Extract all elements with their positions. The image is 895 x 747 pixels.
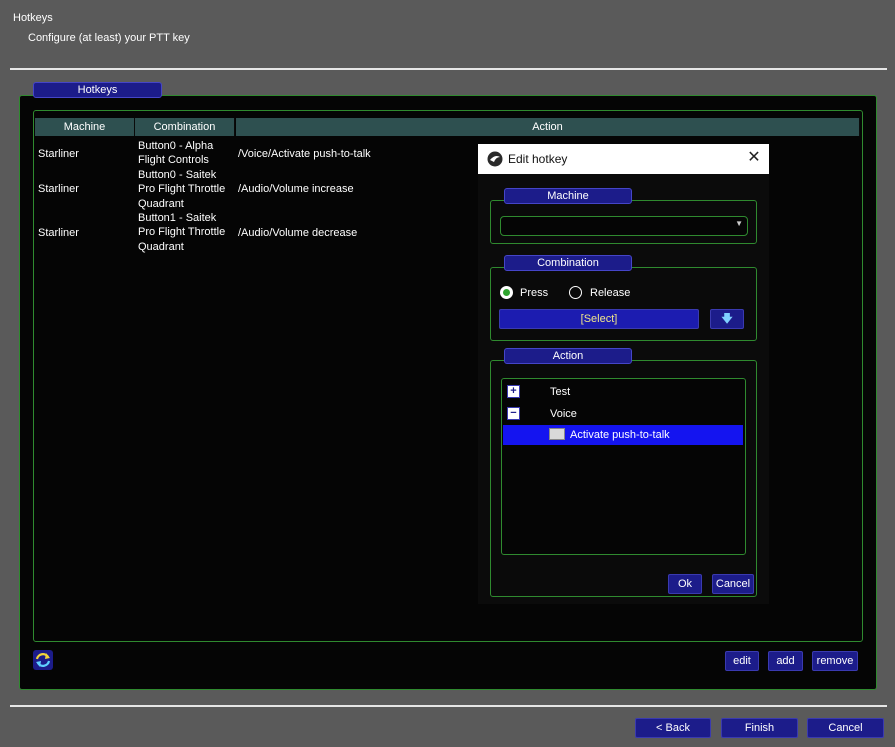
dialog-cancel-button[interactable]: Cancel	[712, 574, 754, 594]
dialog-title: Edit hotkey	[508, 152, 568, 166]
machine-select[interactable]: ▼	[500, 216, 748, 236]
wizard-subtitle: Configure (at least) your PTT key	[28, 32, 190, 44]
dialog-titlebar[interactable]: Edit hotkey ✕	[478, 144, 769, 174]
press-label: Press	[520, 287, 549, 299]
capture-button[interactable]: 🡇	[710, 309, 744, 329]
release-label: Release	[590, 287, 631, 299]
action-tree[interactable]: + Test − Voice Activate push-to-talk	[501, 378, 746, 555]
ok-button[interactable]: Ok	[668, 574, 702, 594]
tree-item-activate-ptt[interactable]: Activate push-to-talk	[503, 425, 743, 445]
cell-combination: Button0 - Saitek Pro Flight Throttle Qua…	[138, 169, 226, 210]
cell-combination: Button1 - Saitek Pro Flight Throttle Qua…	[138, 212, 226, 253]
keyboard-icon	[549, 428, 565, 440]
edit-button[interactable]: edit	[725, 651, 759, 671]
machine-legend: Machine	[504, 188, 632, 204]
arrow-down-icon: 🡇	[721, 313, 733, 325]
app-logo-icon	[487, 151, 503, 167]
cell-machine: Starliner	[38, 148, 79, 160]
radio-indicator	[569, 286, 582, 299]
edit-hotkey-dialog: Edit hotkey ✕ Machine ▼ Combination Pres…	[478, 144, 769, 604]
tree-item-test[interactable]: + Test	[502, 379, 745, 401]
cell-machine: Starliner	[38, 183, 79, 195]
cell-action: /Audio/Volume decrease	[238, 227, 358, 239]
refresh-button[interactable]	[33, 650, 53, 670]
cell-action: /Audio/Volume increase	[238, 183, 354, 195]
dialog-body: Machine ▼ Combination Press Release [Sel…	[478, 174, 769, 604]
action-legend: Action	[504, 348, 632, 364]
collapse-icon[interactable]: −	[507, 407, 520, 420]
column-header-action[interactable]: Action	[236, 118, 860, 136]
footer-divider	[10, 705, 887, 707]
wizard-title: Hotkeys	[13, 12, 53, 24]
radio-indicator	[500, 286, 513, 299]
cell-machine: Starliner	[38, 227, 79, 239]
cancel-button[interactable]: Cancel	[807, 718, 884, 738]
tree-item-label: Voice	[550, 408, 577, 420]
cell-action: /Voice/Activate push-to-talk	[238, 148, 371, 160]
tree-item-label: Activate push-to-talk	[570, 429, 670, 441]
column-header-combination[interactable]: Combination	[135, 118, 235, 136]
close-icon[interactable]: ✕	[746, 150, 762, 166]
header-divider	[10, 68, 887, 70]
chevron-down-icon: ▼	[735, 219, 743, 228]
tree-item-label: Test	[550, 386, 571, 398]
back-button[interactable]: < Back	[635, 718, 711, 738]
cell-combination: Button0 - Alpha Flight Controls	[138, 140, 214, 167]
finish-button[interactable]: Finish	[721, 718, 798, 738]
tree-item-voice[interactable]: − Voice	[502, 401, 745, 423]
add-button[interactable]: add	[768, 651, 803, 671]
hotkeys-legend: Hotkeys	[33, 82, 162, 98]
remove-button[interactable]: remove	[812, 651, 858, 671]
combination-group	[490, 267, 757, 341]
select-combination-button[interactable]: [Select]	[499, 309, 699, 329]
column-header-machine[interactable]: Machine	[35, 118, 135, 136]
refresh-icon	[33, 650, 53, 670]
combination-legend: Combination	[504, 255, 632, 271]
expand-icon[interactable]: +	[507, 385, 520, 398]
